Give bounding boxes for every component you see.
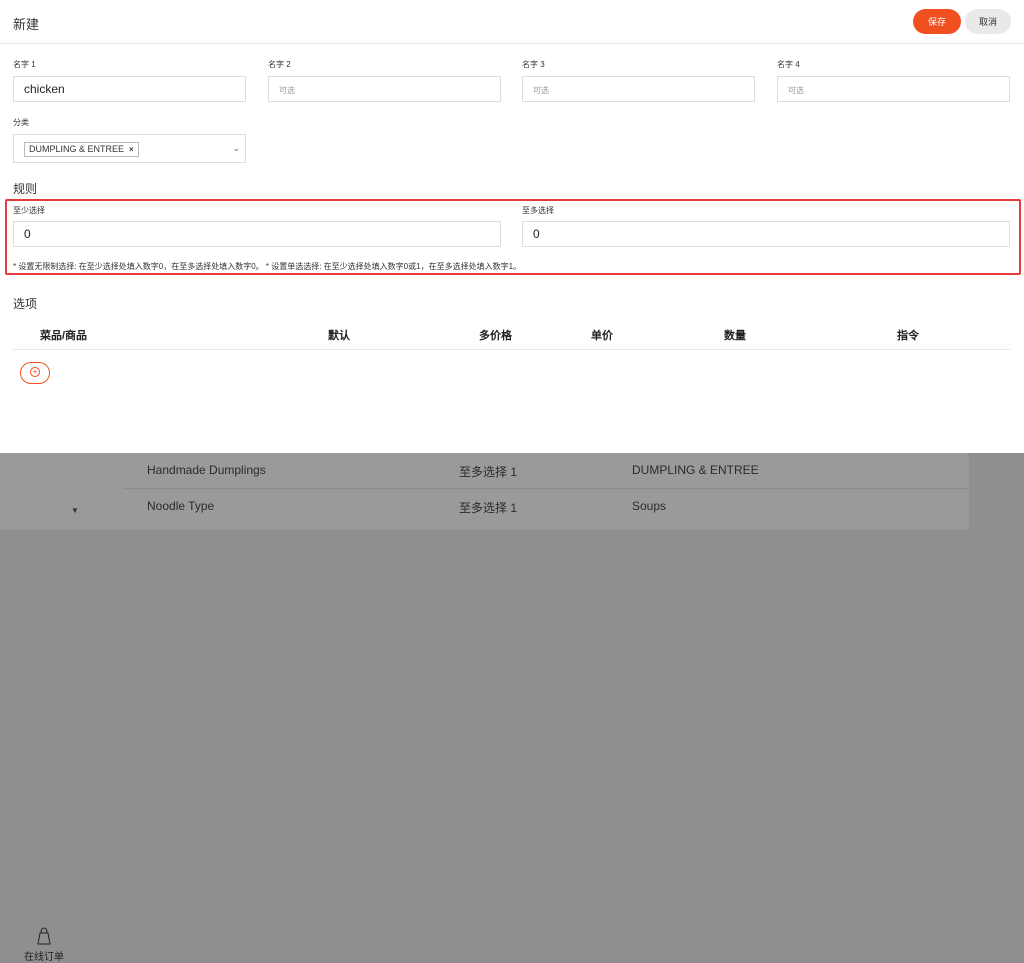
- cancel-button[interactable]: 取消: [965, 9, 1011, 34]
- list-item-category: DUMPLING & ENTREE: [632, 463, 759, 477]
- side-nav: 在线订单: [0, 453, 124, 963]
- options-table-header: 菜品/商品 默认 多价格 单价 数量 指令: [13, 318, 1010, 350]
- column-quantity: 数量: [724, 330, 746, 342]
- list-item[interactable]: Handmade Dumplings 至多选择 1 DUMPLING & ENT…: [124, 453, 969, 489]
- category-chip-label: DUMPLING & ENTREE: [29, 144, 125, 154]
- rules-title: 规则: [13, 182, 38, 196]
- nav-item-label: 在线订单: [24, 952, 64, 963]
- name-1-input[interactable]: [13, 76, 246, 102]
- shopping-bag-icon: [37, 927, 51, 945]
- name-3-label: 名字 3: [522, 60, 545, 69]
- list-item-category: Soups: [632, 499, 667, 513]
- save-button[interactable]: 保存: [913, 9, 961, 34]
- options-title: 选项: [13, 297, 38, 311]
- list-item-name: Noodle Type: [147, 499, 215, 513]
- column-instruction: 指令: [897, 330, 919, 342]
- name-2-label: 名字 2: [268, 60, 291, 69]
- list-item-rule: 至多选择 1: [459, 501, 518, 515]
- list-item-name: Handmade Dumplings: [147, 463, 266, 477]
- modifier-list: Handmade Dumplings 至多选择 1 DUMPLING & ENT…: [124, 453, 969, 530]
- modal-title: 新建: [13, 17, 40, 32]
- new-modifier-modal: 新建 保存 取消 名字 1 名字 2 名字 3 名字 4 分类 DUMPLING…: [0, 0, 1024, 453]
- nav-item-online-orders[interactable]: 在线订单: [14, 927, 74, 963]
- column-unit-price: 单价: [591, 330, 613, 342]
- list-item[interactable]: Noodle Type 至多选择 1 Soups: [124, 488, 969, 525]
- name-2-input[interactable]: [268, 76, 501, 102]
- column-multi-price: 多价格: [479, 330, 512, 342]
- modal-header: 新建 保存 取消: [0, 0, 1024, 44]
- column-item: 菜品/商品: [40, 330, 88, 342]
- name-4-label: 名字 4: [777, 60, 800, 69]
- divider: [124, 488, 969, 489]
- list-item-rule: 至多选择 1: [459, 465, 518, 479]
- close-icon[interactable]: ×: [129, 145, 134, 154]
- max-select-input[interactable]: [522, 221, 1010, 247]
- chevron-down-icon[interactable]: ⌄: [232, 143, 240, 154]
- rules-hint: * 设置无限制选择: 在至少选择处填入数字0，在至多选择处填入数字0。 * 设置…: [13, 262, 522, 271]
- category-chip: DUMPLING & ENTREE ×: [24, 142, 139, 157]
- name-3-input[interactable]: [522, 76, 755, 102]
- chevron-down-icon[interactable]: ▼: [71, 506, 79, 515]
- column-default: 默认: [328, 330, 350, 342]
- name-4-input[interactable]: [777, 76, 1010, 102]
- category-label: 分类: [13, 118, 29, 127]
- min-select-input[interactable]: [13, 221, 501, 247]
- min-select-label: 至少选择: [13, 206, 45, 215]
- name-1-label: 名字 1: [13, 60, 36, 69]
- add-option-button[interactable]: +: [20, 362, 50, 384]
- category-select[interactable]: DUMPLING & ENTREE × ⌄: [13, 134, 246, 163]
- max-select-label: 至多选择: [522, 206, 554, 215]
- plus-icon: +: [30, 367, 40, 377]
